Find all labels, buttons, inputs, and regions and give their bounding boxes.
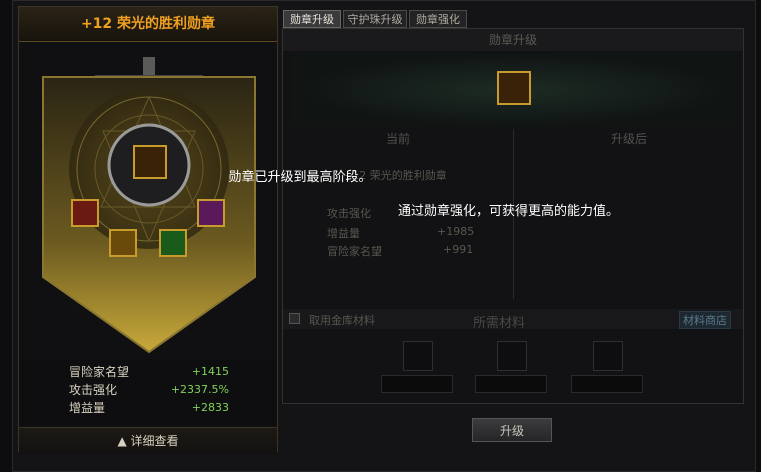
material-slot [403,341,433,371]
stat-value: +2833 [191,401,229,414]
current-stat-label: 攻击强化 [327,207,371,220]
max-level-message: 勋章已升级到最高阶段。 [228,170,372,185]
stat-value: +2337.5% [170,383,229,396]
stat-row: 增益量 +2833 [69,399,229,417]
current-stat-label: 冒险家名望 [327,245,382,258]
stat-value: +1415 [191,365,229,378]
medal-title: +12 荣光的胜利勋章 [19,7,277,42]
section-title: 勋章升级 [283,29,743,51]
stat-label: 攻击强化 [69,383,118,397]
stat-label: 增益量 [69,401,106,415]
after-column-header: 升级后 [610,132,647,146]
current-stat-value: +1985 [437,225,475,238]
guardian-orb-4-icon[interactable] [197,199,225,227]
tab-orb-upgrade[interactable]: 守护珠升级 [343,10,407,28]
upgrade-button[interactable]: 升级 [472,418,552,442]
guardian-orb-2-icon[interactable] [109,229,137,257]
current-stat-value: +991 [443,243,474,256]
upgrade-display [291,53,735,127]
medal-stats: 冒险家名望 +1415 攻击强化 +2337.5% 增益量 +2833 [19,359,277,425]
detail-view-button[interactable]: ▲ 详细查看 [19,427,277,454]
material-slot [593,341,623,371]
use-vault-checkbox[interactable] [289,313,300,324]
guardian-orb-3-icon[interactable] [159,229,187,257]
enhance-hint-message: 通过勋章强化，可获得更高的能力值。 [398,204,620,219]
stat-row: 冒险家名望 +1415 [69,363,229,381]
guardian-orb-1-icon[interactable] [71,199,99,227]
material-count [475,375,547,393]
medal-info-panel: +12 荣光的胜利勋章 冒险家名望 +1415 攻击强化 +2337.5% 增益… [18,6,278,454]
material-count [571,375,643,393]
medal-preview-icon [497,71,531,105]
material-count [381,375,453,393]
tab-medal-upgrade[interactable]: 勋章升级 [283,10,341,28]
materials-bar: 取用金库材料 所需材料 材料商店 [283,309,743,331]
materials-title: 所需材料 [473,316,526,331]
stat-row: 攻击强化 +2337.5% [69,381,229,399]
medal-banner-art [42,57,256,354]
use-vault-label: 取用金库材料 [309,314,375,327]
current-stat-label: 增益量 [327,227,360,240]
tab-medal-enhance[interactable]: 勋章强化 [409,10,467,28]
current-column-header: 当前 [385,132,410,146]
material-slot [497,341,527,371]
material-shop-button[interactable]: 材料商店 [679,311,731,329]
stat-label: 冒险家名望 [69,365,130,379]
